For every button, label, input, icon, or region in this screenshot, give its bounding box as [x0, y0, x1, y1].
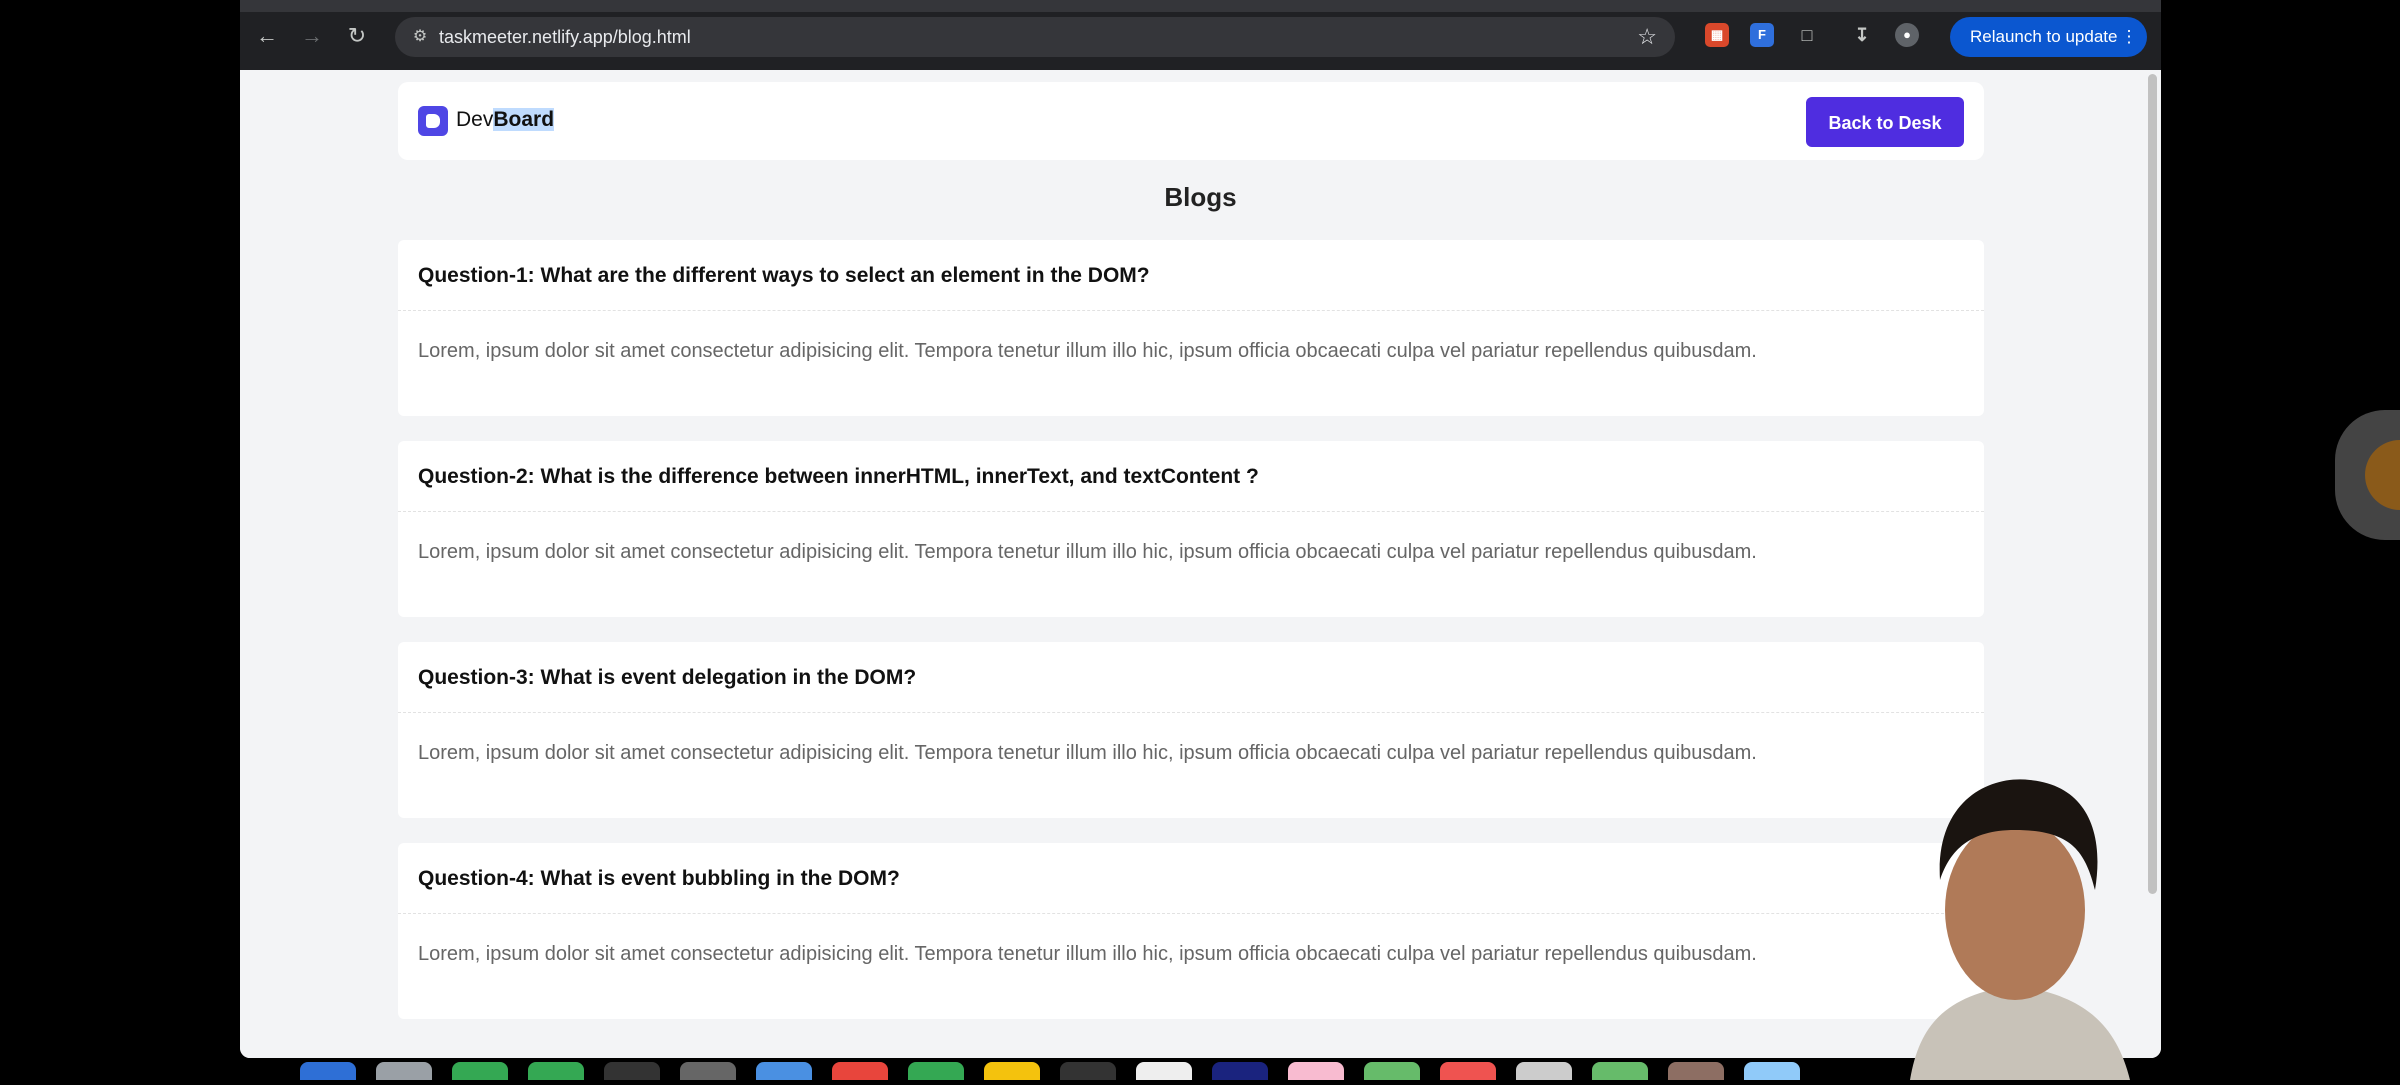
extension-icon[interactable]: ▦	[1705, 23, 1729, 47]
tab-strip	[240, 0, 2161, 12]
browser-window: ← → ↻ ⚙ taskmeeter.netlify.app/blog.html…	[240, 0, 2161, 1058]
extension-icon[interactable]: F	[1750, 23, 1774, 47]
logo-icon	[418, 106, 448, 136]
blog-answer: Lorem, ipsum dolor sit amet consectetur …	[418, 742, 1757, 764]
blog-card: Question-4: What is event bubbling in th…	[398, 843, 1984, 1019]
dock-app-icon[interactable]	[604, 1062, 660, 1080]
back-to-desk-button[interactable]: Back to Desk	[1806, 97, 1964, 147]
dock-app-icon[interactable]	[528, 1062, 584, 1080]
floating-widget[interactable]	[2335, 410, 2400, 540]
brand-name-part-1: Dev	[456, 108, 494, 131]
dock-app-icon[interactable]	[1592, 1062, 1648, 1080]
blog-card: Question-2: What is the difference betwe…	[398, 441, 1984, 617]
forward-arrow-icon[interactable]: →	[297, 21, 327, 51]
site-info-icon[interactable]: ⚙	[409, 26, 431, 48]
download-icon[interactable]: ↧	[1850, 23, 1874, 47]
page-title: Blogs	[1164, 182, 1237, 212]
dock-app-icon[interactable]	[1744, 1062, 1800, 1080]
blog-card: Question-1: What are the different ways …	[398, 240, 1984, 416]
dock-app-icon[interactable]	[1364, 1062, 1420, 1080]
divider	[398, 511, 1984, 512]
url-text[interactable]: taskmeeter.netlify.app/blog.html	[439, 27, 691, 48]
relaunch-button[interactable]: Relaunch to update ⋮	[1950, 17, 2148, 57]
macos-dock	[300, 1062, 1920, 1080]
dock-app-icon[interactable]	[376, 1062, 432, 1080]
blog-question: Question-2: What is the difference betwe…	[418, 465, 1259, 488]
brand-name[interactable]: DevBoard	[456, 108, 555, 132]
more-menu-icon[interactable]: ⋮	[2120, 17, 2137, 57]
divider	[398, 310, 1984, 311]
browser-toolbar: ← → ↻ ⚙ taskmeeter.netlify.app/blog.html…	[240, 0, 2161, 70]
dock-app-icon[interactable]	[984, 1062, 1040, 1080]
dock-app-icon[interactable]	[1288, 1062, 1344, 1080]
back-arrow-icon[interactable]: ←	[252, 21, 282, 51]
blog-question: Question-3: What is event delegation in …	[418, 666, 917, 689]
dock-app-icon[interactable]	[680, 1062, 736, 1080]
star-icon[interactable]: ☆	[1637, 24, 1657, 50]
blog-question: Question-4: What is event bubbling in th…	[418, 867, 900, 890]
dock-app-icon[interactable]	[1212, 1062, 1268, 1080]
dock-app-icon[interactable]	[1136, 1062, 1192, 1080]
site-header: DevBoard Back to Desk	[398, 82, 1984, 160]
webcam-face	[1945, 820, 2085, 1000]
dock-app-icon[interactable]	[1516, 1062, 1572, 1080]
brand-name-part-2: Board	[493, 108, 555, 131]
dock-app-icon[interactable]	[756, 1062, 812, 1080]
address-bar[interactable]: ⚙ taskmeeter.netlify.app/blog.html ☆	[395, 17, 1675, 57]
dock-app-icon[interactable]	[452, 1062, 508, 1080]
reload-icon[interactable]: ↻	[342, 21, 372, 51]
divider	[398, 712, 1984, 713]
dock-app-icon[interactable]	[300, 1062, 356, 1080]
blog-answer: Lorem, ipsum dolor sit amet consectetur …	[418, 541, 1757, 563]
floating-widget-icon[interactable]	[2365, 440, 2400, 510]
blog-question: Question-1: What are the different ways …	[418, 264, 1150, 287]
blog-card: Question-3: What is event delegation in …	[398, 642, 1984, 818]
divider	[398, 913, 1984, 914]
extensions-puzzle-icon[interactable]: □	[1795, 23, 1819, 47]
dock-app-icon[interactable]	[908, 1062, 964, 1080]
page-content: DevBoard Back to Desk Blogs Question-1: …	[240, 70, 2161, 1058]
dock-app-icon[interactable]	[832, 1062, 888, 1080]
relaunch-label: Relaunch to update	[1970, 27, 2118, 46]
webcam-overlay	[1910, 779, 2130, 1080]
profile-icon[interactable]: ●	[1895, 23, 1919, 47]
dock-app-icon[interactable]	[1440, 1062, 1496, 1080]
dock-app-icon[interactable]	[1668, 1062, 1724, 1080]
blog-answer: Lorem, ipsum dolor sit amet consectetur …	[418, 340, 1757, 362]
dock-app-icon[interactable]	[1060, 1062, 1116, 1080]
blog-answer: Lorem, ipsum dolor sit amet consectetur …	[418, 943, 1757, 965]
